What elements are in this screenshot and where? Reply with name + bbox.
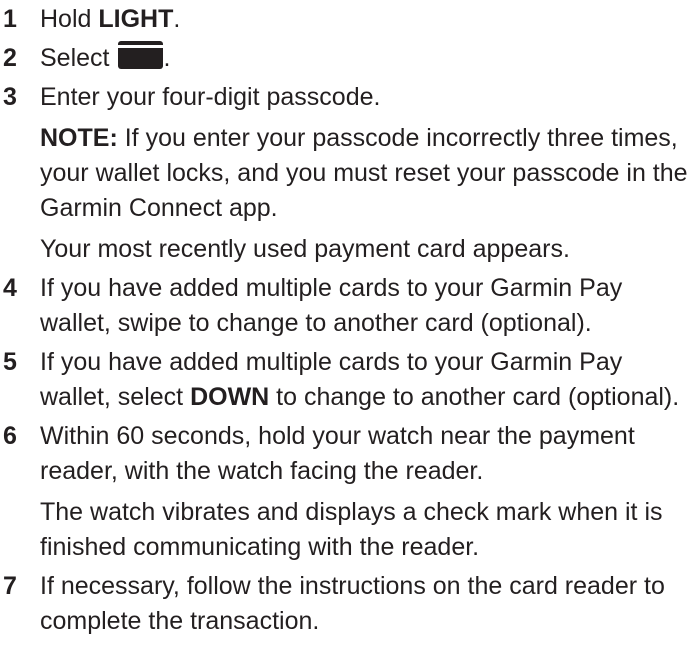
down-button-label: DOWN [190, 383, 270, 411]
step-text-part: Select [40, 44, 117, 72]
step-text-part: Hold [40, 5, 99, 33]
step-number: 4 [3, 274, 17, 302]
step-text: Hold LIGHT. [40, 2, 689, 37]
step-text: Within 60 seconds, hold your watch near … [40, 422, 635, 485]
step-result: Your most recently used payment card app… [40, 235, 570, 263]
step-text: If you have added multiple cards to your… [40, 345, 689, 415]
step-number: 6 [3, 422, 17, 450]
note: NOTE: If you enter your passcode incorre… [40, 121, 689, 226]
step-text-part: . [163, 44, 171, 72]
step-text: If you have added multiple cards to your… [40, 274, 623, 337]
step-text-part: to change to another card (optional). [269, 383, 680, 411]
step-number: 5 [3, 348, 17, 376]
step-number: 2 [3, 44, 17, 72]
step-result: The watch vibrates and displays a check … [40, 498, 663, 561]
step-number: 7 [3, 572, 17, 600]
step-3: 3 Enter your four-digit passcode. NOTE: … [0, 80, 689, 267]
light-button-label: LIGHT [98, 5, 174, 33]
step-text: If necessary, follow the instructions on… [40, 572, 665, 635]
wallet-icon [118, 41, 164, 69]
step-6: 6 Within 60 seconds, hold your watch nea… [0, 419, 689, 565]
instruction-list: 1 Hold LIGHT. 2 Select . 3 Enter your fo… [0, 0, 689, 652]
note-text: If you enter your passcode incorrectly t… [40, 124, 688, 222]
step-number: 1 [3, 5, 17, 33]
step-7: 7 If necessary, follow the instructions … [0, 569, 689, 639]
step-2: 2 Select . [0, 41, 689, 76]
step-text: Enter your four-digit passcode. [40, 83, 381, 111]
step-5: 5 If you have added multiple cards to yo… [0, 345, 689, 415]
step-number: 3 [3, 83, 17, 111]
step-text: Select . [40, 41, 689, 76]
note-label: NOTE: [40, 124, 118, 152]
step-text-part: . [173, 5, 181, 33]
step-1: 1 Hold LIGHT. [0, 2, 689, 37]
step-4: 4 If you have added multiple cards to yo… [0, 271, 689, 341]
